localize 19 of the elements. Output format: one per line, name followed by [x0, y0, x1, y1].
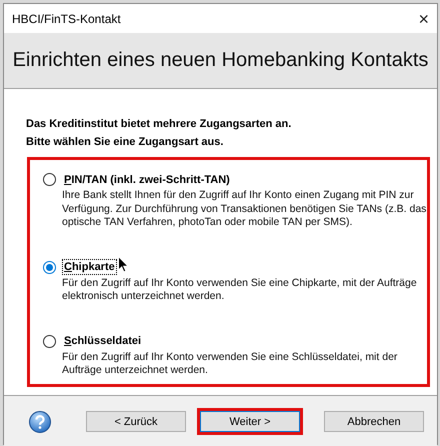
option-description: Für den Zugriff auf Ihr Konto verwenden Sie eine Chipkarte, mit der Aufträge elektronisch unterzeichnet werden.: [62, 276, 418, 304]
instruction-text: Das Kreditinstitut bietet mehrere Zugangsarten an.: [26, 117, 292, 132]
option-description: Ihre Bank stellt Ihnen für den Zugriff auf Ihr Konto einen Zugang mit PIN zur Verfügung. Zur Durchführung von Transaktionen benötigen Sie TANs (z.B. das optische TAN Verfahren, photoTan oder mobile TAN per SMS).: [62, 189, 428, 230]
radio-button[interactable]: [43, 334, 56, 348]
option-label[interactable]: Chipkarte: [62, 259, 117, 275]
help-icon[interactable]: [29, 410, 51, 432]
dialog-button[interactable]: Abbrechen: [324, 411, 424, 432]
option-label[interactable]: Schlüsseldatei: [62, 333, 144, 349]
option-description: Für den Zugriff auf Ihr Konto verwenden Sie eine Schlüsseldatei, mit der Aufträge unterzeichnet werden.: [62, 350, 398, 378]
dialog-button[interactable]: Weiter >: [200, 411, 300, 432]
close-button[interactable]: ×: [418, 10, 429, 28]
page-heading: Einrichten eines neuen Homebanking Kontakts: [12, 49, 428, 72]
radio-button[interactable]: [43, 173, 56, 186]
radio-button[interactable]: [43, 260, 56, 274]
instruction-text: Bitte wählen Sie eine Zugangsart aus.: [26, 135, 224, 150]
option-label[interactable]: PIN/TAN (inkl. zwei-Schritt-TAN): [62, 172, 232, 188]
mouse-pointer-icon: [118, 256, 129, 273]
dialog-button[interactable]: < Zurück: [86, 411, 186, 432]
window-title: HBCI/FinTS-Kontakt: [12, 12, 121, 26]
